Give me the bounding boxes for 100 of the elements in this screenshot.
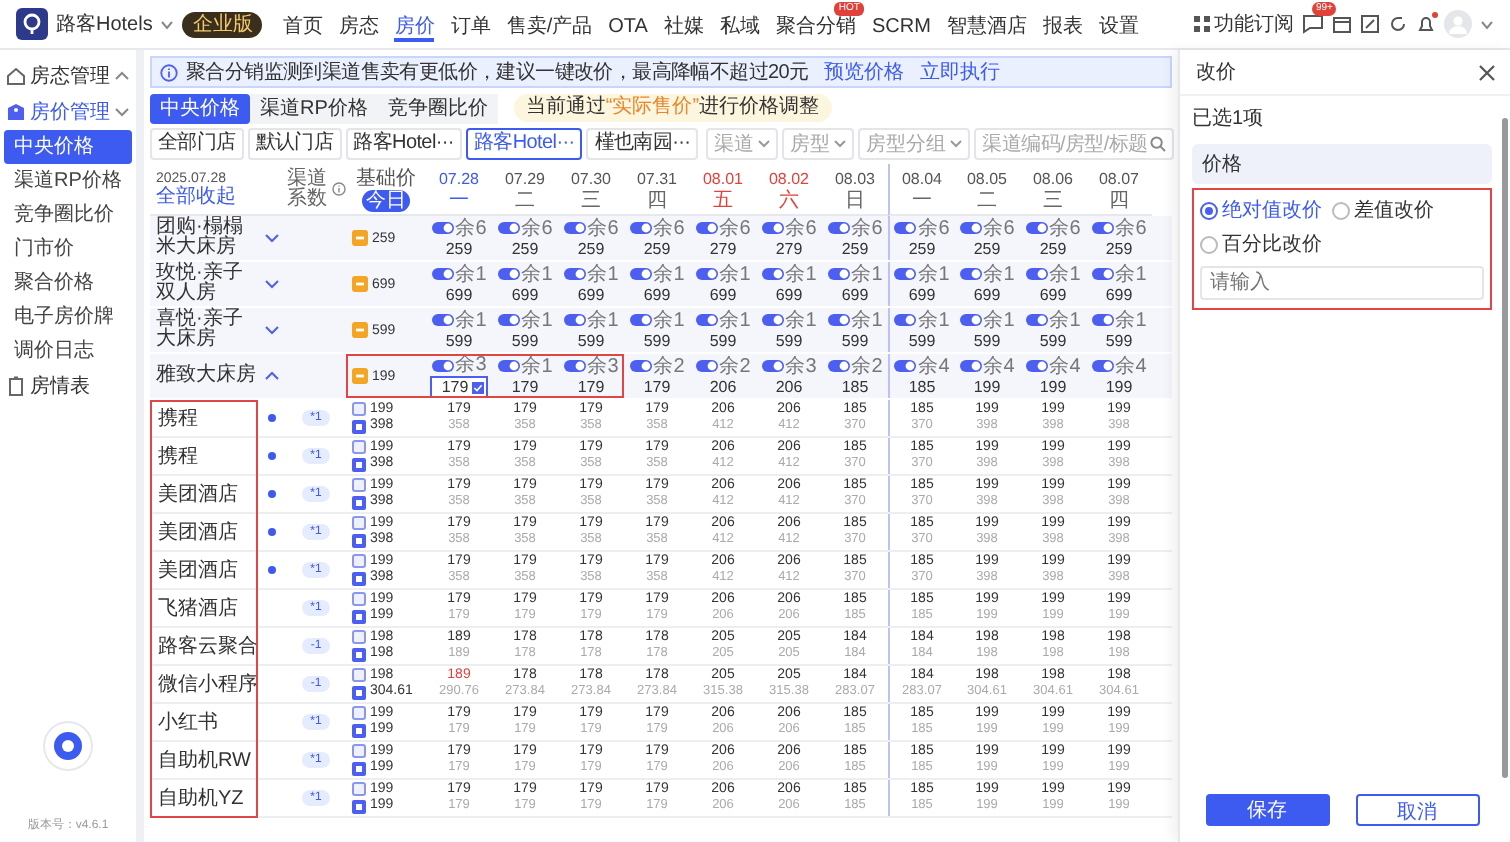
stock-label: 余6 xyxy=(851,217,883,239)
stock-label: 余2 xyxy=(719,355,751,377)
subscription-button[interactable]: 功能订阅 xyxy=(1194,10,1294,38)
price-value[interactable]: 699 xyxy=(1039,285,1067,305)
store-tab[interactable]: 路客Hotel··· xyxy=(465,128,583,160)
price-value[interactable]: 259 xyxy=(1105,239,1133,259)
price-value[interactable]: 185 xyxy=(841,377,869,397)
menu-item[interactable]: 门市价 xyxy=(0,232,136,266)
channel-name: 携程 xyxy=(156,443,200,472)
radio-option[interactable]: 差值改价 xyxy=(1332,196,1434,224)
price-value[interactable]: 699 xyxy=(511,285,539,305)
menu-item[interactable]: 电子房价牌 xyxy=(0,300,136,334)
notice-text: 聚合分销监测到渠道售卖有更低价，建议一键改价，最高降幅不超过20元 xyxy=(186,59,809,86)
nav-tab[interactable]: 社媒 xyxy=(663,13,704,39)
menu-group[interactable]: 房价管理 xyxy=(30,98,110,126)
price-value[interactable]: 179 xyxy=(577,377,605,397)
price-value[interactable]: 199 xyxy=(1105,377,1133,397)
price-value[interactable]: 599 xyxy=(973,331,1001,351)
stock-label: 余1 xyxy=(455,309,487,331)
price-value[interactable]: 699 xyxy=(775,285,803,305)
price-value[interactable]: 279 xyxy=(775,239,803,259)
price-value[interactable]: 259 xyxy=(973,239,1001,259)
menu-item[interactable]: 聚合价格 xyxy=(0,266,136,300)
notice-link[interactable]: 立即执行 xyxy=(920,58,1001,86)
cancel-button[interactable]: 取消 xyxy=(1355,794,1479,826)
nav-tab[interactable]: 售卖/产品 xyxy=(506,13,593,39)
price-value[interactable]: 179 xyxy=(511,377,539,397)
price-value[interactable]: 259 xyxy=(445,239,473,259)
price-value[interactable]: 599 xyxy=(841,331,869,351)
price-value[interactable]: 599 xyxy=(577,331,605,351)
price-value[interactable]: 699 xyxy=(841,285,869,305)
nav-tab[interactable]: 房态 xyxy=(338,13,379,39)
price-value[interactable]: 199 xyxy=(973,377,1001,397)
price-value[interactable]: 206 xyxy=(709,377,737,397)
save-button[interactable]: 保存 xyxy=(1205,794,1329,826)
price-value[interactable]: 259 xyxy=(1039,239,1067,259)
store-tab[interactable]: 默认门店 xyxy=(247,128,342,160)
channel-name: 自助机RW xyxy=(156,747,253,776)
price-value[interactable]: 259 xyxy=(577,239,605,259)
menu-group[interactable]: 房情表 xyxy=(30,372,130,400)
menu-item[interactable]: 中央价格 xyxy=(4,130,132,164)
nav-tab[interactable]: OTA xyxy=(608,13,648,39)
price-value[interactable]: 599 xyxy=(643,331,671,351)
stock-label: 余3 xyxy=(455,354,487,376)
price-value[interactable]: 699 xyxy=(973,285,1001,305)
price-value[interactable]: 599 xyxy=(908,331,936,351)
price-value[interactable]: 699 xyxy=(445,285,473,305)
stock-label: 余6 xyxy=(455,217,487,239)
price-value[interactable]: 206 xyxy=(775,377,803,397)
brand-name[interactable]: 路客Hotels xyxy=(56,10,153,38)
store-tab[interactable]: 路客Hotel··· xyxy=(345,128,462,160)
price-value[interactable]: 599 xyxy=(709,331,737,351)
stock-label: 余6 xyxy=(719,217,751,239)
price-value[interactable]: 185 xyxy=(908,377,936,397)
price-tab[interactable]: 竞争圈比价 xyxy=(377,93,498,123)
nav-tab[interactable]: 房价 xyxy=(394,15,435,41)
nav-tab[interactable]: 智慧酒店 xyxy=(946,13,1027,39)
price-value[interactable]: 599 xyxy=(1105,331,1133,351)
nav-tab[interactable]: 设置 xyxy=(1098,13,1139,39)
price-value[interactable]: 599 xyxy=(1039,331,1067,351)
price-value[interactable]: 699 xyxy=(643,285,671,305)
price-value[interactable]: 259 xyxy=(908,239,936,259)
price-value[interactable]: 279 xyxy=(709,239,737,259)
menu-item[interactable]: 渠道RP价格 xyxy=(0,164,136,198)
price-tab[interactable]: 渠道RP价格 xyxy=(250,93,378,123)
price-value[interactable]: 599 xyxy=(775,331,803,351)
menu-item[interactable]: 竞争圈比价 xyxy=(0,198,136,232)
notice-link[interactable]: 预览价格 xyxy=(824,58,905,86)
store-tab[interactable]: 槿也南园··· xyxy=(586,128,699,160)
nav-tab[interactable]: 聚合分销 xyxy=(775,13,856,39)
price-value[interactable]: 599 xyxy=(445,331,473,351)
price-value[interactable]: 699 xyxy=(1105,285,1133,305)
price-value[interactable]: 199 xyxy=(1039,377,1067,397)
price-value[interactable]: 259 xyxy=(511,239,539,259)
menu-group[interactable]: 房态管理 xyxy=(30,62,110,90)
price-value[interactable]: 699 xyxy=(709,285,737,305)
price-value[interactable]: 259 xyxy=(643,239,671,259)
input-field[interactable]: 请输入 xyxy=(1200,266,1484,300)
channel-name: 美团酒店 xyxy=(156,557,240,586)
stock-label: 余1 xyxy=(785,309,817,331)
stock-label: 余1 xyxy=(653,309,685,331)
store-tab[interactable]: 全部门店 xyxy=(150,128,244,160)
nav-tab[interactable]: SCRM xyxy=(871,13,931,39)
price-tab[interactable]: 中央价格 xyxy=(150,93,250,123)
nav-tab[interactable]: 私域 xyxy=(719,13,760,39)
price-value[interactable]: 599 xyxy=(511,331,539,351)
nav-tab[interactable]: 首页 xyxy=(282,13,323,39)
price-input[interactable]: 179 xyxy=(429,376,489,398)
menu-item[interactable]: 调价日志 xyxy=(0,334,136,368)
collapse-all-link[interactable]: 全部收起 xyxy=(156,185,236,207)
radio-option[interactable]: 绝对值改价 xyxy=(1200,196,1322,224)
nav-tab[interactable]: 订单 xyxy=(450,13,491,39)
column-header: 基础价 xyxy=(356,167,416,189)
radio-option[interactable]: 百分比改价 xyxy=(1200,230,1322,258)
price-value[interactable]: 179 xyxy=(643,377,671,397)
price-value[interactable]: 699 xyxy=(577,285,605,305)
price-value[interactable]: 259 xyxy=(841,239,869,259)
nav-tab[interactable]: 报表 xyxy=(1042,13,1083,39)
today-badge[interactable]: 今日 xyxy=(362,189,410,211)
price-value[interactable]: 699 xyxy=(908,285,936,305)
